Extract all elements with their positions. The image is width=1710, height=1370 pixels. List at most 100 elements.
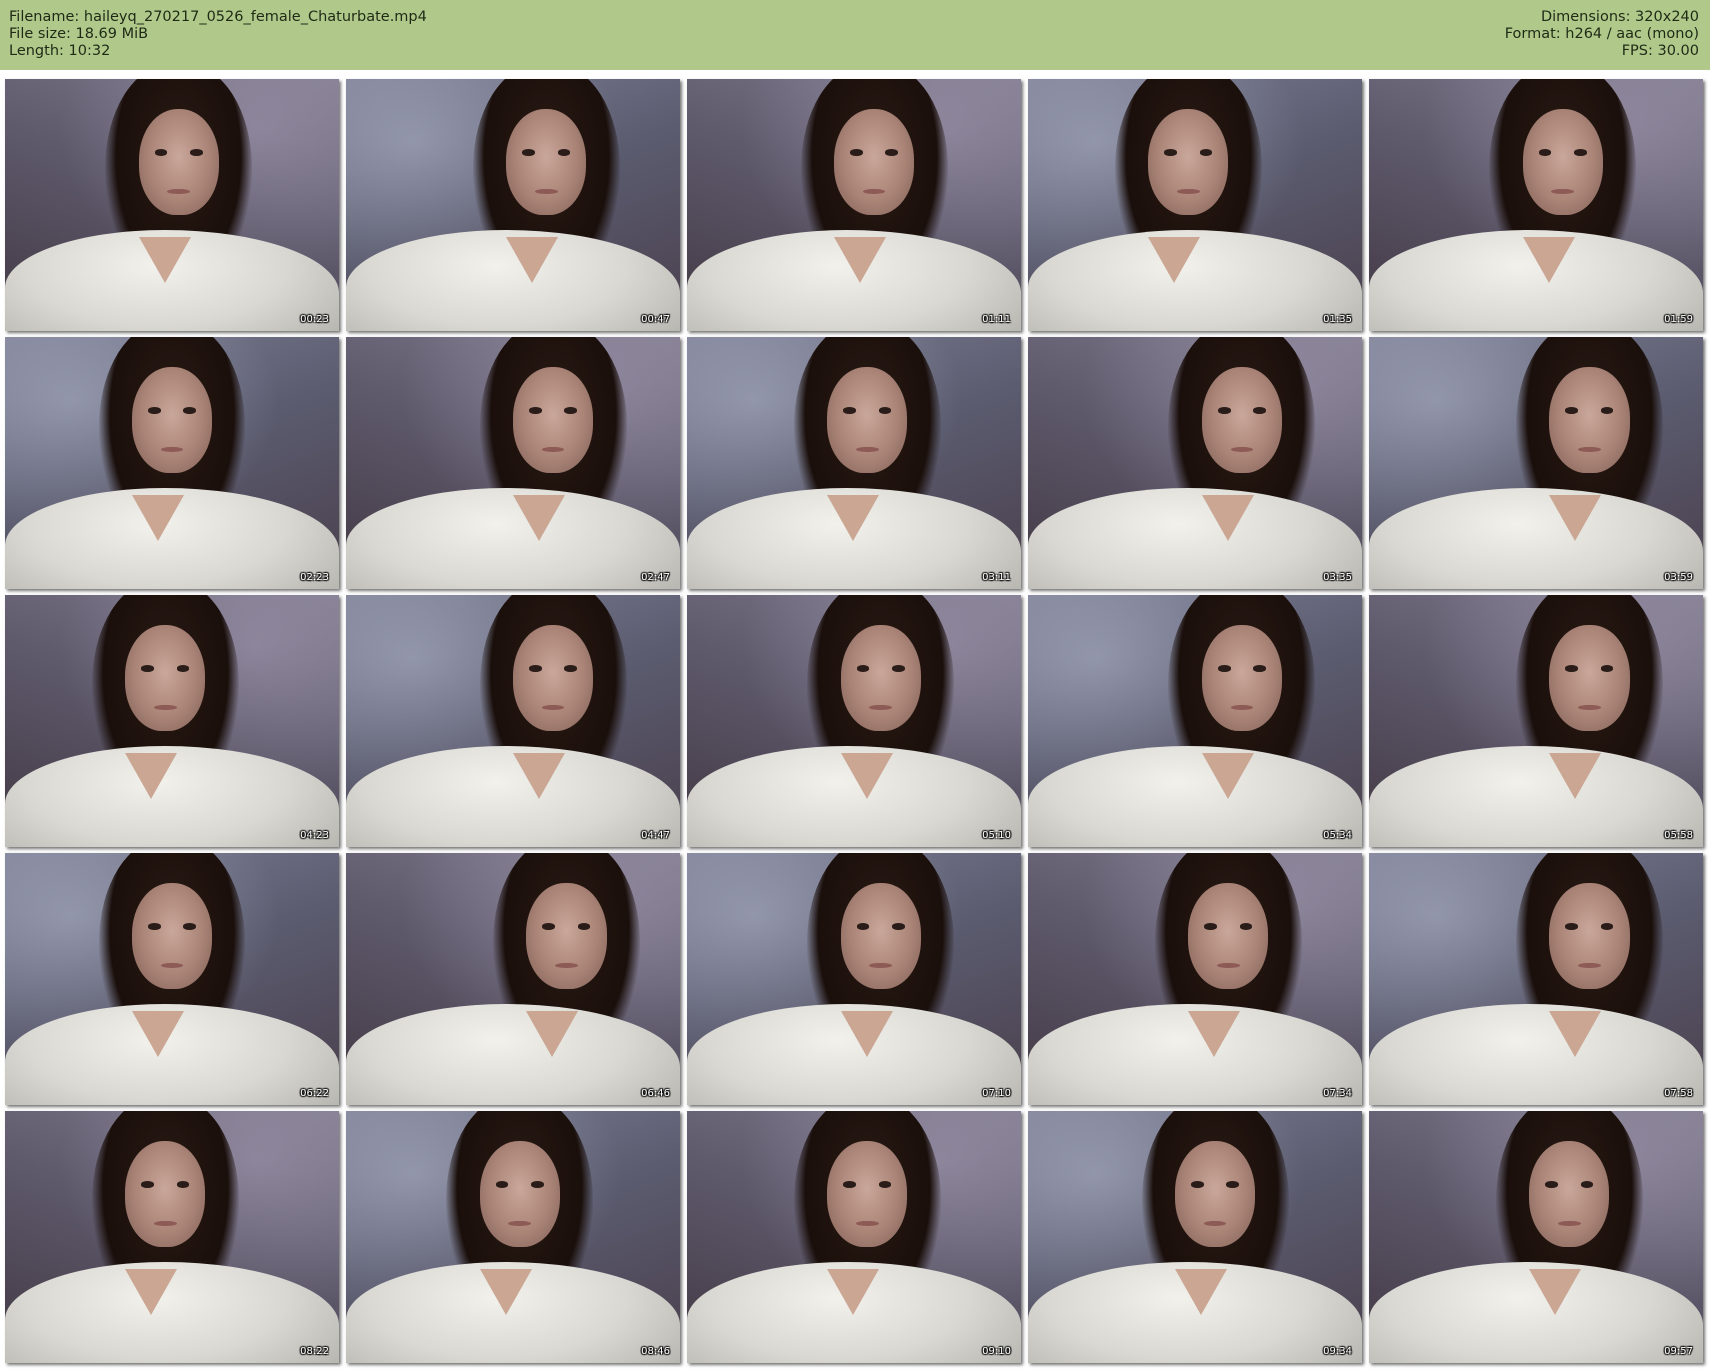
- subject-face: [513, 367, 594, 474]
- shirt-collar: [1549, 753, 1602, 800]
- shirt-collar: [131, 495, 184, 542]
- subject-face: [840, 625, 921, 732]
- thumbnail-grid: 00:23 00:47 01:11 01:35 01:59 02:23 02:47 03:11…: [0, 75, 1710, 1370]
- thumbnail-timestamp: 06:22: [300, 1088, 329, 1099]
- video-thumbnail[interactable]: 04:47: [346, 595, 680, 847]
- eye-shape: [183, 923, 197, 930]
- eye-shape: [1226, 1181, 1240, 1188]
- subject-face: [1188, 883, 1269, 990]
- thumbnail-timestamp: 02:47: [641, 572, 670, 583]
- subject-face: [1201, 367, 1282, 474]
- video-thumbnail[interactable]: 03:35: [1028, 337, 1362, 589]
- thumbnail-timestamp: 00:23: [300, 314, 329, 325]
- video-thumbnail[interactable]: 00:47: [346, 79, 680, 331]
- video-thumbnail[interactable]: 03:59: [1369, 337, 1703, 589]
- video-thumbnail[interactable]: 08:46: [346, 1111, 680, 1363]
- mouth-shape: [856, 1220, 879, 1226]
- mouth-shape: [1578, 704, 1601, 710]
- filename-text: Filename: haileyq_270217_0526_female_Cha…: [9, 9, 427, 25]
- video-thumbnail[interactable]: 06:46: [346, 853, 680, 1105]
- subject-face: [833, 109, 915, 216]
- thumbnail-timestamp: 06:46: [641, 1088, 670, 1099]
- video-thumbnail[interactable]: 09:10: [687, 1111, 1021, 1363]
- mouth-shape: [160, 962, 184, 968]
- video-thumbnail[interactable]: 08:22: [5, 1111, 339, 1363]
- mouth-shape: [1230, 704, 1253, 710]
- subject-face: [526, 883, 607, 990]
- video-thumbnail[interactable]: 03:11: [687, 337, 1021, 589]
- eye-shape: [495, 1181, 509, 1188]
- subject-face: [1549, 883, 1630, 990]
- eye-shape: [529, 407, 542, 414]
- eye-shape: [1204, 923, 1218, 930]
- shirt-collar: [1188, 1011, 1241, 1058]
- thumbnail-timestamp: 01:11: [982, 314, 1011, 325]
- shirt-collar: [125, 753, 178, 800]
- video-thumbnail[interactable]: 05:34: [1028, 595, 1362, 847]
- eye-shape: [564, 407, 578, 414]
- shirt-collar: [1549, 495, 1602, 542]
- eye-shape: [147, 923, 161, 930]
- eye-shape: [1565, 665, 1579, 672]
- eye-shape: [141, 1181, 155, 1188]
- eye-shape: [176, 1181, 190, 1188]
- thumbnail-timestamp: 01:35: [1323, 314, 1352, 325]
- video-thumbnail[interactable]: 00:23: [5, 79, 339, 331]
- video-thumbnail[interactable]: 01:11: [687, 79, 1021, 331]
- mouth-shape: [154, 1220, 177, 1226]
- fps-text: FPS: 30.00: [1621, 43, 1699, 59]
- shirt-collar: [827, 495, 880, 542]
- mouth-shape: [1217, 962, 1240, 968]
- video-thumbnail[interactable]: 02:23: [5, 337, 339, 589]
- subject-face: [827, 367, 908, 474]
- shirt-collar: [1201, 495, 1254, 542]
- eye-shape: [1600, 923, 1614, 930]
- video-thumbnail[interactable]: 07:58: [1369, 853, 1703, 1105]
- mouth-shape: [1177, 188, 1200, 194]
- subject-face: [125, 625, 206, 732]
- video-thumbnail[interactable]: 02:47: [346, 337, 680, 589]
- shirt-collar: [840, 753, 893, 800]
- eye-shape: [856, 665, 870, 672]
- video-thumbnail[interactable]: 05:58: [1369, 595, 1703, 847]
- thumbnail-timestamp: 07:34: [1323, 1088, 1352, 1099]
- video-thumbnail[interactable]: 09:57: [1369, 1111, 1703, 1363]
- video-thumbnail[interactable]: 06:22: [5, 853, 339, 1105]
- thumbnail-timestamp: 07:58: [1664, 1088, 1693, 1099]
- thumbnail-timestamp: 00:47: [641, 314, 670, 325]
- eye-shape: [1600, 665, 1614, 672]
- subject-face: [131, 367, 213, 474]
- mouth-shape: [1203, 1220, 1227, 1226]
- video-thumbnail[interactable]: 04:23: [5, 595, 339, 847]
- eye-shape: [1252, 665, 1266, 672]
- video-thumbnail[interactable]: 01:35: [1028, 79, 1362, 331]
- eye-shape: [878, 407, 892, 414]
- thumbnail-timestamp: 04:47: [641, 830, 670, 841]
- eye-shape: [183, 407, 197, 414]
- shirt-collar: [506, 237, 559, 284]
- eye-shape: [530, 1181, 544, 1188]
- thumbnail-timestamp: 09:10: [982, 1346, 1011, 1357]
- file-info: Filename: haileyq_270217_0526_female_Cha…: [9, 9, 427, 60]
- video-thumbnail[interactable]: 07:34: [1028, 853, 1362, 1105]
- mouth-shape: [856, 446, 879, 452]
- video-thumbnail[interactable]: 09:34: [1028, 1111, 1362, 1363]
- eye-shape: [577, 923, 591, 930]
- subject-face: [1174, 1141, 1256, 1248]
- thumbnail-timestamp: 04:23: [300, 830, 329, 841]
- video-thumbnail[interactable]: 05:10: [687, 595, 1021, 847]
- thumbnail-timestamp: 07:10: [982, 1088, 1011, 1099]
- thumbnail-timestamp: 02:23: [300, 572, 329, 583]
- eye-shape: [1573, 149, 1587, 156]
- mouth-shape: [541, 446, 565, 452]
- subject-face: [1522, 109, 1603, 216]
- subject-face: [1148, 109, 1229, 216]
- eye-shape: [843, 1181, 857, 1188]
- thumbnail-timestamp: 09:34: [1323, 1346, 1352, 1357]
- video-thumbnail[interactable]: 07:10: [687, 853, 1021, 1105]
- video-thumbnail[interactable]: 01:59: [1369, 79, 1703, 331]
- mouth-shape: [167, 188, 190, 194]
- mouth-shape: [1578, 446, 1601, 452]
- shirt-collar: [138, 237, 191, 284]
- thumbnail-timestamp: 05:58: [1664, 830, 1693, 841]
